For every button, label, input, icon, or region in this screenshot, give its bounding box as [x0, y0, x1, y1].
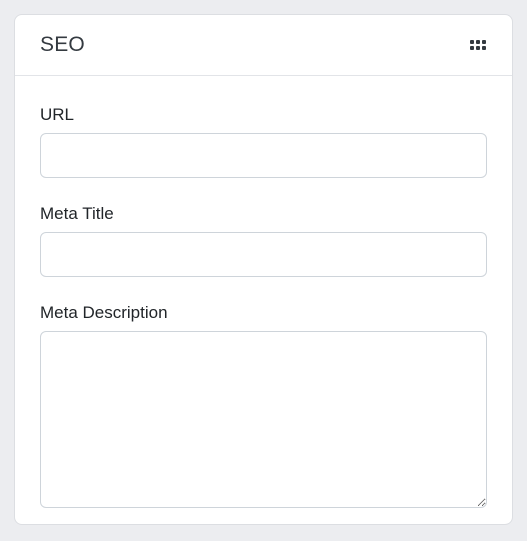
url-label: URL — [40, 105, 75, 124]
grid-dot — [482, 46, 486, 50]
grid-dot — [482, 40, 486, 44]
grid-dot — [470, 46, 474, 50]
card-title: SEO — [40, 33, 85, 56]
meta-title-label: Meta Title — [40, 204, 114, 223]
grid-dot — [470, 40, 474, 44]
card-body: URL Meta Title Meta Description — [15, 76, 512, 508]
meta-title-input[interactable] — [40, 232, 487, 277]
url-input[interactable] — [40, 133, 487, 178]
meta-title-field-group: Meta Title — [40, 203, 487, 277]
meta-description-label: Meta Description — [40, 303, 168, 322]
card-header: SEO — [15, 15, 512, 76]
grid-icon[interactable] — [470, 40, 486, 50]
seo-card: SEO URL Meta Title Meta Description — [14, 14, 513, 525]
meta-description-textarea[interactable] — [40, 331, 487, 508]
url-field-group: URL — [40, 104, 487, 178]
grid-dot — [476, 40, 480, 44]
meta-description-field-group: Meta Description — [40, 302, 487, 508]
grid-dot — [476, 46, 480, 50]
